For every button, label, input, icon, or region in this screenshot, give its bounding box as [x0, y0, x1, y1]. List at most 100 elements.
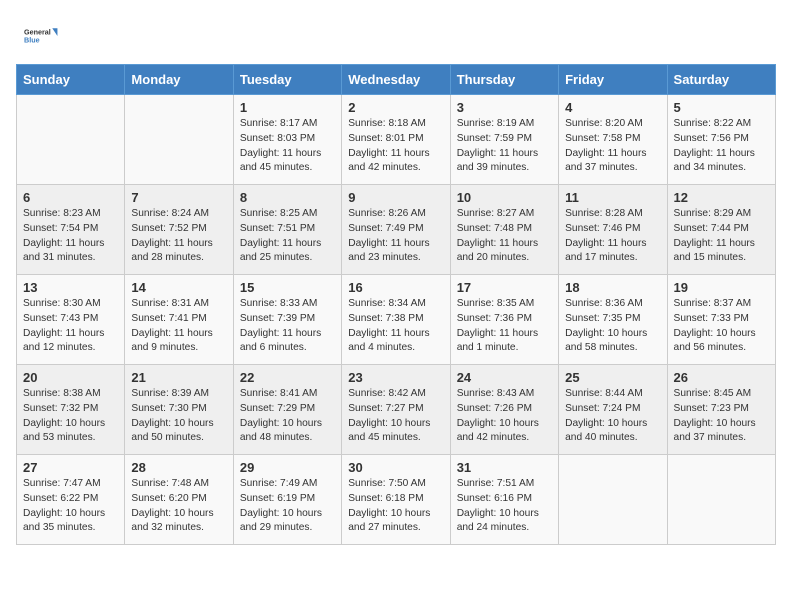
- header-day-monday: Monday: [125, 65, 233, 95]
- header-day-friday: Friday: [559, 65, 667, 95]
- calendar-cell: 12 Sunrise: 8:29 AM Sunset: 7:44 PM Dayli…: [667, 185, 775, 275]
- calendar-cell: 15 Sunrise: 8:33 AM Sunset: 7:39 PM Dayli…: [233, 275, 341, 365]
- calendar-cell: 6 Sunrise: 8:23 AM Sunset: 7:54 PM Daylig…: [17, 185, 125, 275]
- day-number: 3: [457, 100, 552, 115]
- calendar-header: SundayMondayTuesdayWednesdayThursdayFrid…: [17, 65, 776, 95]
- svg-text:Blue: Blue: [24, 36, 40, 45]
- day-info: Sunrise: 8:29 AM Sunset: 7:44 PM Dayligh…: [674, 207, 769, 266]
- day-info: Sunrise: 8:42 AM Sunset: 7:27 PM Dayligh…: [348, 387, 443, 446]
- calendar-cell: 16Sunrise: 8:34 AM Sunset: 7:38 PM Dayli…: [342, 275, 450, 365]
- day-number: 30: [348, 460, 443, 475]
- calendar-cell: 27 Sunrise: 7:47 AM Sunset: 6:22 PM Dayli…: [17, 455, 125, 545]
- calendar-cell: 11 Sunrise: 8:28 AM Sunset: 7:46 PM Dayli…: [559, 185, 667, 275]
- logo-icon: GeneralBlue: [24, 18, 60, 54]
- calendar-cell: 29 Sunrise: 7:49 AM Sunset: 6:19 PM Dayli…: [233, 455, 341, 545]
- day-info: Sunrise: 8:22 AM Sunset: 7:56 PM Dayligh…: [674, 117, 769, 176]
- day-number: 10: [457, 190, 552, 205]
- calendar-cell: 25Sunrise: 8:44 AM Sunset: 7:24 PM Dayli…: [559, 365, 667, 455]
- day-number: 9: [348, 190, 443, 205]
- day-number: 26: [674, 370, 769, 385]
- day-info: Sunrise: 8:37 AM Sunset: 7:33 PM Dayligh…: [674, 297, 769, 356]
- day-info: Sunrise: 7:48 AM Sunset: 6:20 PM Dayligh…: [131, 477, 226, 536]
- day-info: Sunrise: 8:17 AM Sunset: 8:03 PM Dayligh…: [240, 117, 335, 176]
- calendar-cell: 24Sunrise: 8:43 AM Sunset: 7:26 PM Dayli…: [450, 365, 558, 455]
- calendar-cell: 9 Sunrise: 8:26 AM Sunset: 7:49 PM Daylig…: [342, 185, 450, 275]
- header-row: SundayMondayTuesdayWednesdayThursdayFrid…: [17, 65, 776, 95]
- day-number: 6: [23, 190, 118, 205]
- day-info: Sunrise: 7:49 AM Sunset: 6:19 PM Dayligh…: [240, 477, 335, 536]
- week-row-5: 27 Sunrise: 7:47 AM Sunset: 6:22 PM Dayli…: [17, 455, 776, 545]
- week-row-4: 20 Sunrise: 8:38 AM Sunset: 7:32 PM Dayli…: [17, 365, 776, 455]
- day-info: Sunrise: 8:25 AM Sunset: 7:51 PM Dayligh…: [240, 207, 335, 266]
- day-info: Sunrise: 8:33 AM Sunset: 7:39 PM Dayligh…: [240, 297, 335, 356]
- day-number: 27: [23, 460, 118, 475]
- day-info: Sunrise: 8:43 AM Sunset: 7:26 PM Dayligh…: [457, 387, 552, 446]
- day-info: Sunrise: 8:36 AM Sunset: 7:35 PM Dayligh…: [565, 297, 660, 356]
- calendar-cell: [667, 455, 775, 545]
- day-number: 1: [240, 100, 335, 115]
- day-number: 14: [131, 280, 226, 295]
- day-number: 23: [348, 370, 443, 385]
- day-info: Sunrise: 8:39 AM Sunset: 7:30 PM Dayligh…: [131, 387, 226, 446]
- header-day-wednesday: Wednesday: [342, 65, 450, 95]
- calendar-cell: 13 Sunrise: 8:30 AM Sunset: 7:43 PM Dayli…: [17, 275, 125, 365]
- day-info: Sunrise: 8:23 AM Sunset: 7:54 PM Dayligh…: [23, 207, 118, 266]
- svg-text:General: General: [24, 27, 51, 36]
- day-info: Sunrise: 7:47 AM Sunset: 6:22 PM Dayligh…: [23, 477, 118, 536]
- day-number: 29: [240, 460, 335, 475]
- calendar-cell: 20 Sunrise: 8:38 AM Sunset: 7:32 PM Dayli…: [17, 365, 125, 455]
- page-header: GeneralBlue: [0, 0, 792, 60]
- day-number: 19: [674, 280, 769, 295]
- calendar-cell: 17 Sunrise: 8:35 AM Sunset: 7:36 PM Dayli…: [450, 275, 558, 365]
- day-number: 4: [565, 100, 660, 115]
- header-day-thursday: Thursday: [450, 65, 558, 95]
- day-number: 21: [131, 370, 226, 385]
- day-info: Sunrise: 8:18 AM Sunset: 8:01 PM Dayligh…: [348, 117, 443, 176]
- day-number: 11: [565, 190, 660, 205]
- day-number: 8: [240, 190, 335, 205]
- calendar-cell: [17, 95, 125, 185]
- day-number: 12: [674, 190, 769, 205]
- day-number: 13: [23, 280, 118, 295]
- header-day-saturday: Saturday: [667, 65, 775, 95]
- calendar-cell: 7Sunrise: 8:24 AM Sunset: 7:52 PM Daylig…: [125, 185, 233, 275]
- day-info: Sunrise: 8:30 AM Sunset: 7:43 PM Dayligh…: [23, 297, 118, 356]
- calendar-table: SundayMondayTuesdayWednesdayThursdayFrid…: [16, 64, 776, 545]
- day-info: Sunrise: 8:24 AM Sunset: 7:52 PM Dayligh…: [131, 207, 226, 266]
- day-info: Sunrise: 8:45 AM Sunset: 7:23 PM Dayligh…: [674, 387, 769, 446]
- day-info: Sunrise: 8:26 AM Sunset: 7:49 PM Dayligh…: [348, 207, 443, 266]
- header-day-sunday: Sunday: [17, 65, 125, 95]
- logo: GeneralBlue: [24, 18, 60, 54]
- calendar-cell: 23 Sunrise: 8:42 AM Sunset: 7:27 PM Dayli…: [342, 365, 450, 455]
- calendar-cell: 26 Sunrise: 8:45 AM Sunset: 7:23 PM Dayli…: [667, 365, 775, 455]
- day-number: 28: [131, 460, 226, 475]
- calendar-cell: 5Sunrise: 8:22 AM Sunset: 7:56 PM Daylig…: [667, 95, 775, 185]
- calendar-body: 1 Sunrise: 8:17 AM Sunset: 8:03 PM Daylig…: [17, 95, 776, 545]
- calendar-cell: 31Sunrise: 7:51 AM Sunset: 6:16 PM Dayli…: [450, 455, 558, 545]
- day-info: Sunrise: 8:41 AM Sunset: 7:29 PM Dayligh…: [240, 387, 335, 446]
- calendar-cell: 14 Sunrise: 8:31 AM Sunset: 7:41 PM Dayli…: [125, 275, 233, 365]
- calendar-cell: 21 Sunrise: 8:39 AM Sunset: 7:30 PM Dayli…: [125, 365, 233, 455]
- calendar-cell: 18 Sunrise: 8:36 AM Sunset: 7:35 PM Dayli…: [559, 275, 667, 365]
- day-number: 15: [240, 280, 335, 295]
- day-number: 31: [457, 460, 552, 475]
- calendar-cell: 10Sunrise: 8:27 AM Sunset: 7:48 PM Dayli…: [450, 185, 558, 275]
- day-info: Sunrise: 8:28 AM Sunset: 7:46 PM Dayligh…: [565, 207, 660, 266]
- day-info: Sunrise: 8:19 AM Sunset: 7:59 PM Dayligh…: [457, 117, 552, 176]
- day-number: 2: [348, 100, 443, 115]
- calendar-cell: 19 Sunrise: 8:37 AM Sunset: 7:33 PM Dayli…: [667, 275, 775, 365]
- day-info: Sunrise: 7:50 AM Sunset: 6:18 PM Dayligh…: [348, 477, 443, 536]
- calendar-cell: 30 Sunrise: 7:50 AM Sunset: 6:18 PM Dayli…: [342, 455, 450, 545]
- week-row-1: 1 Sunrise: 8:17 AM Sunset: 8:03 PM Daylig…: [17, 95, 776, 185]
- calendar-cell: 28 Sunrise: 7:48 AM Sunset: 6:20 PM Dayli…: [125, 455, 233, 545]
- day-number: 18: [565, 280, 660, 295]
- day-info: Sunrise: 8:31 AM Sunset: 7:41 PM Dayligh…: [131, 297, 226, 356]
- week-row-2: 6 Sunrise: 8:23 AM Sunset: 7:54 PM Daylig…: [17, 185, 776, 275]
- day-info: Sunrise: 8:38 AM Sunset: 7:32 PM Dayligh…: [23, 387, 118, 446]
- day-number: 20: [23, 370, 118, 385]
- calendar-cell: [125, 95, 233, 185]
- day-info: Sunrise: 8:35 AM Sunset: 7:36 PM Dayligh…: [457, 297, 552, 356]
- day-number: 17: [457, 280, 552, 295]
- header-day-tuesday: Tuesday: [233, 65, 341, 95]
- calendar-cell: [559, 455, 667, 545]
